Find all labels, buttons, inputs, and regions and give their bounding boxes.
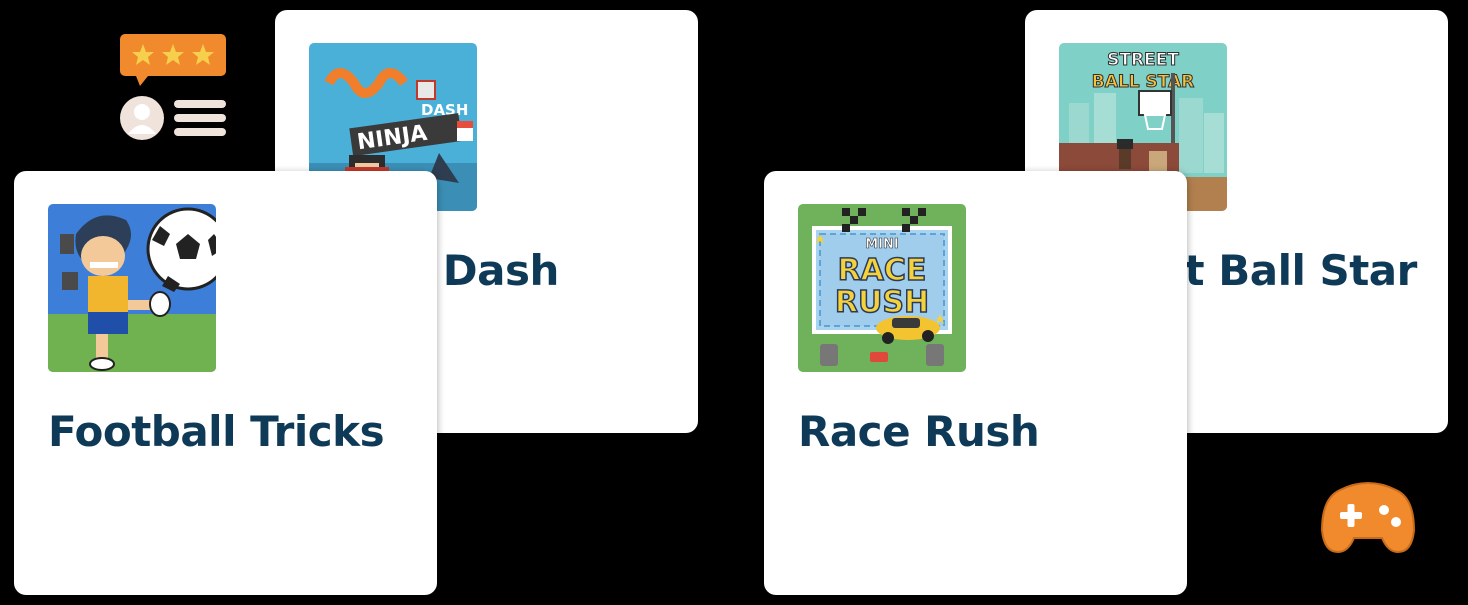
svg-text:BALL STAR: BALL STAR	[1092, 72, 1194, 92]
race-rush-thumbnail[interactable]: MINI RACE RUSH	[798, 204, 966, 372]
game-title[interactable]: Race Rush	[798, 407, 1040, 456]
svg-text:RACE: RACE	[838, 253, 927, 288]
list-lines-icon	[174, 100, 226, 136]
game-title[interactable]: Football Tricks	[48, 407, 385, 456]
games-showcase: DASH NINJA Ninja Dash	[0, 0, 1468, 605]
gamepad-icon	[1318, 478, 1418, 558]
football-tricks-thumbnail[interactable]	[48, 204, 216, 372]
svg-text:MINI: MINI	[865, 237, 899, 252]
user-avatar-icon	[120, 96, 164, 140]
rating-review-icon	[118, 34, 228, 144]
svg-text:STREET: STREET	[1107, 50, 1179, 70]
svg-text:RUSH: RUSH	[835, 285, 929, 320]
game-card-race-rush[interactable]: MINI RACE RUSH Race Rush	[764, 171, 1187, 595]
game-card-football-tricks[interactable]: Football Tricks	[14, 171, 437, 595]
